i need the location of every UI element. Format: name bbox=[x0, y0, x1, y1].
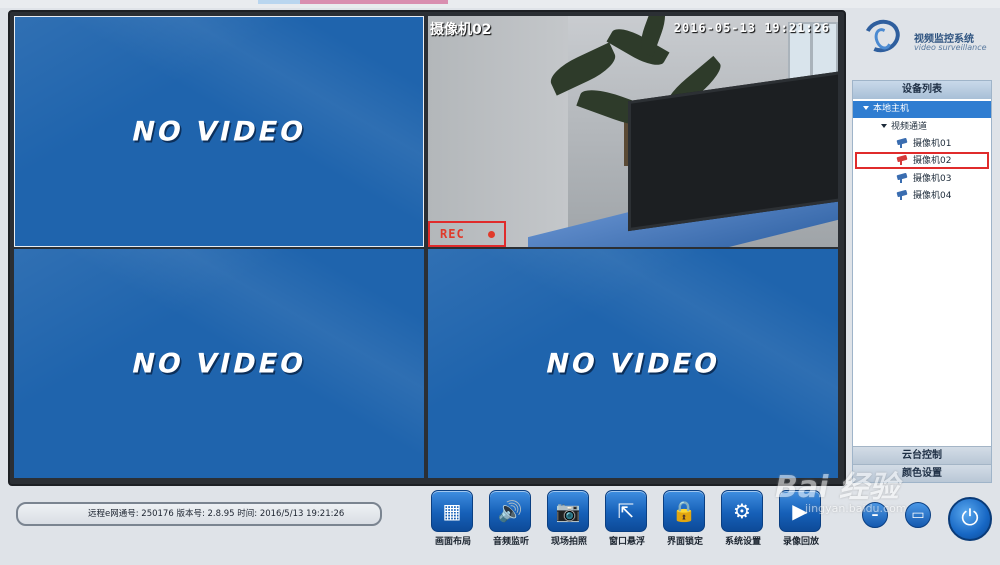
camera-label: 摄像机04 bbox=[913, 191, 952, 201]
top-strip-tab-2 bbox=[300, 0, 448, 4]
tree-node-camera-01[interactable]: 摄像机01 bbox=[897, 136, 987, 153]
layout-button[interactable]: ▦ 画面布局 bbox=[426, 490, 480, 548]
layout-button-label: 画面布局 bbox=[434, 537, 471, 547]
camera-icon: 📷 bbox=[547, 490, 589, 532]
video-tile-3[interactable]: NO VIDEO bbox=[14, 249, 424, 478]
minimize-button[interactable]: – bbox=[862, 502, 888, 528]
device-list-header[interactable]: 设备列表 bbox=[853, 81, 991, 99]
camera-icon bbox=[897, 191, 909, 200]
audio-monitor-label: 音频监听 bbox=[492, 537, 529, 547]
camera-title-overlay: 摄像机02 bbox=[430, 22, 492, 38]
tree-node-camera-03[interactable]: 摄像机03 bbox=[897, 171, 987, 188]
playback-button[interactable]: ▶ 录像回放 bbox=[774, 490, 828, 548]
video-tile-2[interactable]: 摄像机02 2016-05-13 19:21:26 REC bbox=[428, 16, 838, 247]
camera-label: 摄像机03 bbox=[913, 174, 952, 184]
ptz-control-tab[interactable]: 云台控制 bbox=[853, 446, 991, 464]
video-tile-1[interactable]: NO VIDEO bbox=[14, 16, 424, 247]
top-strip-tab-1 bbox=[258, 0, 300, 4]
logo-icon bbox=[859, 14, 905, 58]
lock-icon: 🔒 bbox=[663, 490, 705, 532]
rec-label: REC bbox=[440, 227, 465, 241]
gear-icon: ⚙ bbox=[721, 490, 763, 532]
float-window-label: 窗口悬浮 bbox=[608, 537, 645, 547]
system-settings-label: 系统设置 bbox=[724, 537, 761, 547]
status-bar: 远程e网通号: 250176 版本号: 2.8.95 时间: 2016/5/13… bbox=[16, 502, 382, 526]
snapshot-label: 现场拍照 bbox=[550, 537, 587, 547]
restore-button[interactable]: ▭ bbox=[905, 502, 931, 528]
tree-node-label: 视频通道 bbox=[891, 122, 928, 132]
video-tile-4[interactable]: NO VIDEO bbox=[428, 249, 838, 478]
no-video-label: NO VIDEO bbox=[542, 348, 724, 379]
tree-node-video-channels[interactable]: 视频通道 bbox=[881, 119, 927, 136]
no-video-label: NO VIDEO bbox=[128, 116, 310, 147]
rec-dot-icon bbox=[488, 231, 495, 238]
tree-node-label: 本地主机 bbox=[873, 104, 910, 114]
no-video-label: NO VIDEO bbox=[128, 348, 310, 379]
camera-icon bbox=[897, 139, 909, 148]
rec-indicator: REC bbox=[428, 221, 506, 247]
lock-ui-button[interactable]: 🔒 界面锁定 bbox=[658, 490, 712, 548]
expand-triangle-icon[interactable] bbox=[881, 124, 887, 128]
app-logo: 视频监控系统 video surveillance bbox=[858, 14, 988, 58]
tree-node-camera-04[interactable]: 摄像机04 bbox=[897, 188, 987, 205]
float-window-icon: ⇱ bbox=[605, 490, 647, 532]
camera-scene-wall bbox=[428, 16, 568, 247]
device-list-panel: 设备列表 本地主机 视频通道 摄像机01 摄像机02 摄像机03 摄像机04 云… bbox=[852, 80, 992, 483]
camera-timestamp-overlay: 2016-05-13 19:21:26 bbox=[673, 21, 830, 35]
video-grid: NO VIDEO 摄像机02 2016-05-13 19:21:26 REC N… bbox=[8, 10, 846, 486]
system-settings-button[interactable]: ⚙ 系统设置 bbox=[716, 490, 770, 548]
top-strip bbox=[0, 0, 1000, 8]
power-button[interactable]: ⏻ bbox=[948, 497, 992, 541]
tree-node-local-host[interactable]: 本地主机 bbox=[853, 101, 991, 118]
speaker-icon: 🔊 bbox=[489, 490, 531, 532]
layout-grid-icon: ▦ bbox=[431, 490, 473, 532]
lock-ui-label: 界面锁定 bbox=[666, 537, 703, 547]
audio-monitor-button[interactable]: 🔊 音频监听 bbox=[484, 490, 538, 548]
camera-icon bbox=[897, 174, 909, 183]
color-settings-tab[interactable]: 颜色设置 bbox=[853, 464, 991, 482]
playback-icon: ▶ bbox=[779, 490, 821, 532]
float-window-button[interactable]: ⇱ 窗口悬浮 bbox=[600, 490, 654, 548]
playback-label: 录像回放 bbox=[782, 537, 819, 547]
expand-triangle-icon[interactable] bbox=[863, 106, 869, 110]
snapshot-button[interactable]: 📷 现场拍照 bbox=[542, 490, 596, 548]
logo-name-en: video surveillance bbox=[914, 43, 987, 52]
selected-camera-highlight bbox=[855, 152, 989, 169]
camera-label: 摄像机01 bbox=[913, 139, 952, 149]
